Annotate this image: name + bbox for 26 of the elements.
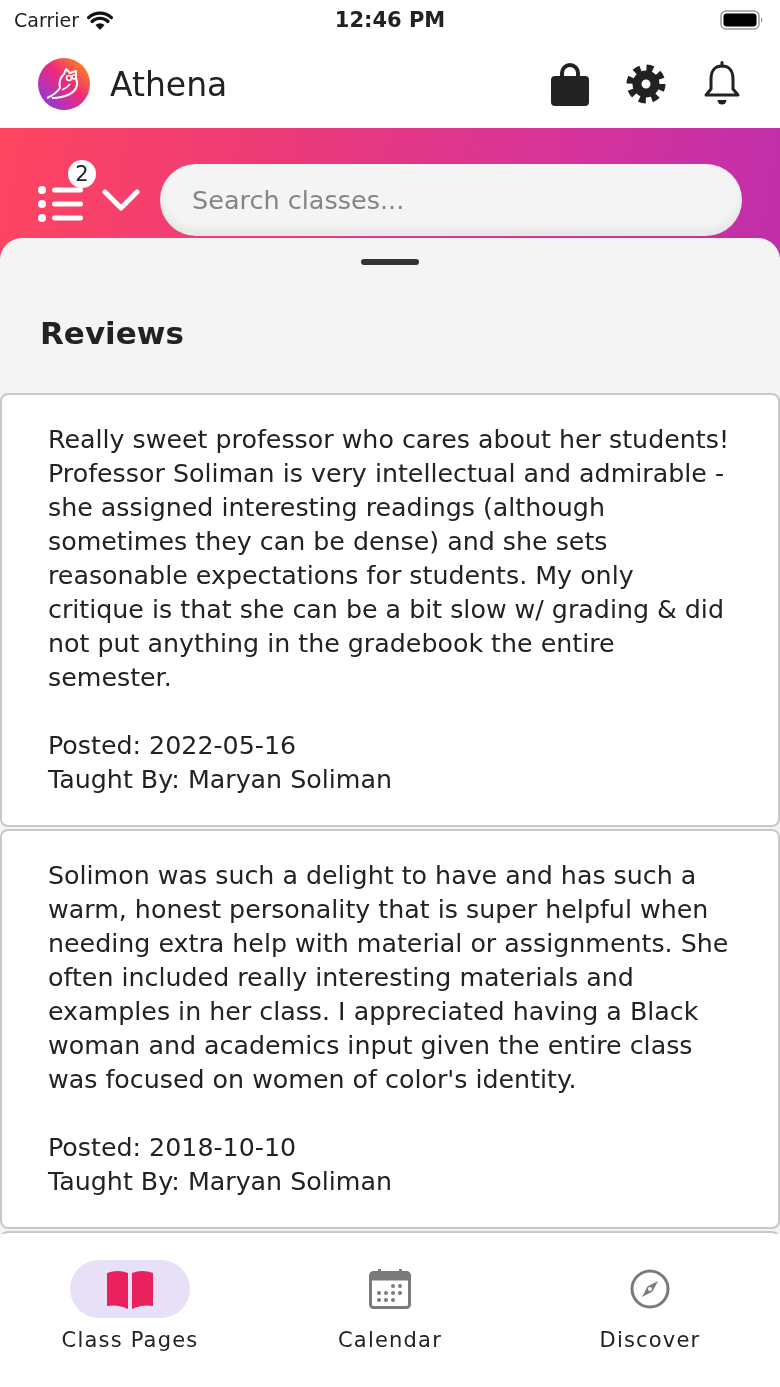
owl-logo-icon: [38, 58, 90, 110]
carrier-name: Carrier: [14, 9, 79, 31]
settings-icon[interactable]: [626, 64, 666, 104]
filter-count: 2: [68, 160, 96, 188]
compass-icon: [630, 1269, 670, 1309]
posted-date: Posted: 2018-10-10: [48, 1132, 298, 1164]
wifi-icon: [87, 10, 113, 30]
shopping-bag-icon[interactable]: [550, 62, 590, 106]
nav-tab[interactable]: Calendar: [330, 1260, 450, 1352]
instructor-name: Taught By: Maryan Soliman: [48, 764, 393, 796]
nav-tab[interactable]: Discover: [590, 1260, 710, 1352]
review-text: Solimon was such a delight to have and has such a warm, honest personality that is super helpful when needing extra help with material or assignments. She often included really interesting materials and examples in her class. I appreciated having a Black woman and academics input given the entire class was focused on women of color's identity.: [48, 860, 730, 1096]
calendar-icon: [369, 1269, 411, 1309]
search-field[interactable]: Search classes...: [160, 164, 742, 236]
review-text: Really sweet professor who cares about her students! Professor Soliman is very intellectual and admirable - she assigned interesting readings (although sometimes they can be dense) and she sets reasonable expectations for students. My only critique is that she can be a bit slow w/ grading & did not put anything in the gradebook the entire semester.: [48, 424, 731, 694]
instructor-name: Taught By: Maryan Soliman: [48, 1166, 393, 1198]
app-title: Athena: [110, 64, 228, 104]
list-icon[interactable]: [38, 186, 84, 222]
chevron-down-icon[interactable]: [102, 189, 140, 211]
book-icon: [107, 1269, 153, 1309]
section-title: Reviews: [40, 314, 185, 353]
battery-icon: [720, 10, 764, 30]
posted-date: Posted: 2022-05-16: [48, 730, 298, 762]
bell-icon[interactable]: [702, 61, 742, 107]
status-time: 12:46 PM: [334, 8, 446, 32]
drag-handle[interactable]: [361, 259, 419, 265]
